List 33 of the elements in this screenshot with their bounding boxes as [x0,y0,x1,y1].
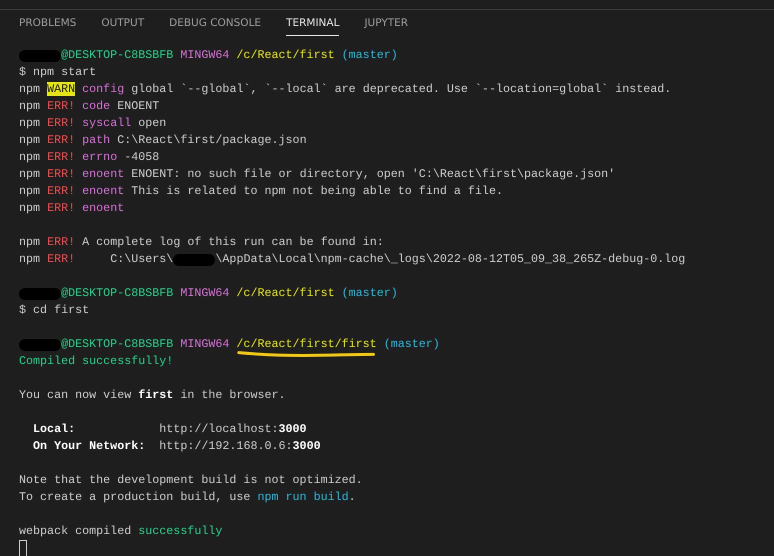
terminal-line: @DESKTOP-C8BSBFB MINGW64 /c/React/first (master) [61,285,398,302]
terminal-line: npm ERR! syscall open [19,115,166,132]
terminal-line: npm ERR! code ENOENT [19,98,160,115]
terminal-line: npm WARN config global `--global`, `--local` are deprecated. Use `--location=global` instead. [19,81,672,98]
panel-tab[interactable]: DEBUG CONSOLE [169,10,262,36]
terminal-line: npm ERR! enoent This is related to npm not being able to find a file. [19,183,503,200]
terminal-line: Note that the development build is not optimized. [19,472,363,489]
terminal-cursor [19,540,27,556]
panel-tab[interactable]: TERMINAL [286,10,340,36]
redaction-mark [19,50,62,62]
redaction-mark [173,254,216,266]
terminal-line: npm ERR! errno -4058 [19,149,160,166]
terminal-line: $ npm start [19,64,96,81]
terminal-line: You can now view first in the browser. [19,387,286,404]
panel-tab[interactable]: PROBLEMS [19,10,76,36]
redaction-mark [19,288,62,300]
terminal-line: Compiled successfully! [19,353,174,370]
terminal-line: To create a production build, use npm run build. [19,489,356,506]
terminal-line: npm ERR! enoent [19,200,124,217]
terminal-line: @DESKTOP-C8BSBFB MINGW64 /c/React/first/first (master) [61,336,440,353]
terminal-line: npm ERR! path C:\React\first/package.json [19,132,307,149]
terminal-line: webpack compiled successfully [19,523,222,540]
terminal-line: npm ERR! A complete log of this run can be found in: [19,234,384,251]
panel-tab[interactable]: JUPYTER [364,10,408,36]
terminal-line: @DESKTOP-C8BSBFB MINGW64 /c/React/first (master) [61,47,398,64]
terminal-line: \AppData\Local\npm-cache\_logs\2022-08-12T05_09_38_265Z-debug-0.log [215,251,686,268]
panel-tab[interactable]: OUTPUT [101,10,144,36]
terminal-line: npm ERR! C:\Users\ [19,251,174,268]
terminal-line: $ cd first [19,302,90,319]
terminal-line: On Your Network: http://192.168.0.6:3000 [32,438,321,455]
redaction-mark [19,338,62,350]
terminal-line: Local: http://localhost:3000 [32,421,307,438]
terminal-line: npm ERR! enoent ENOENT: no such file or directory, open 'C:\React\first\package.json' [19,166,616,183]
